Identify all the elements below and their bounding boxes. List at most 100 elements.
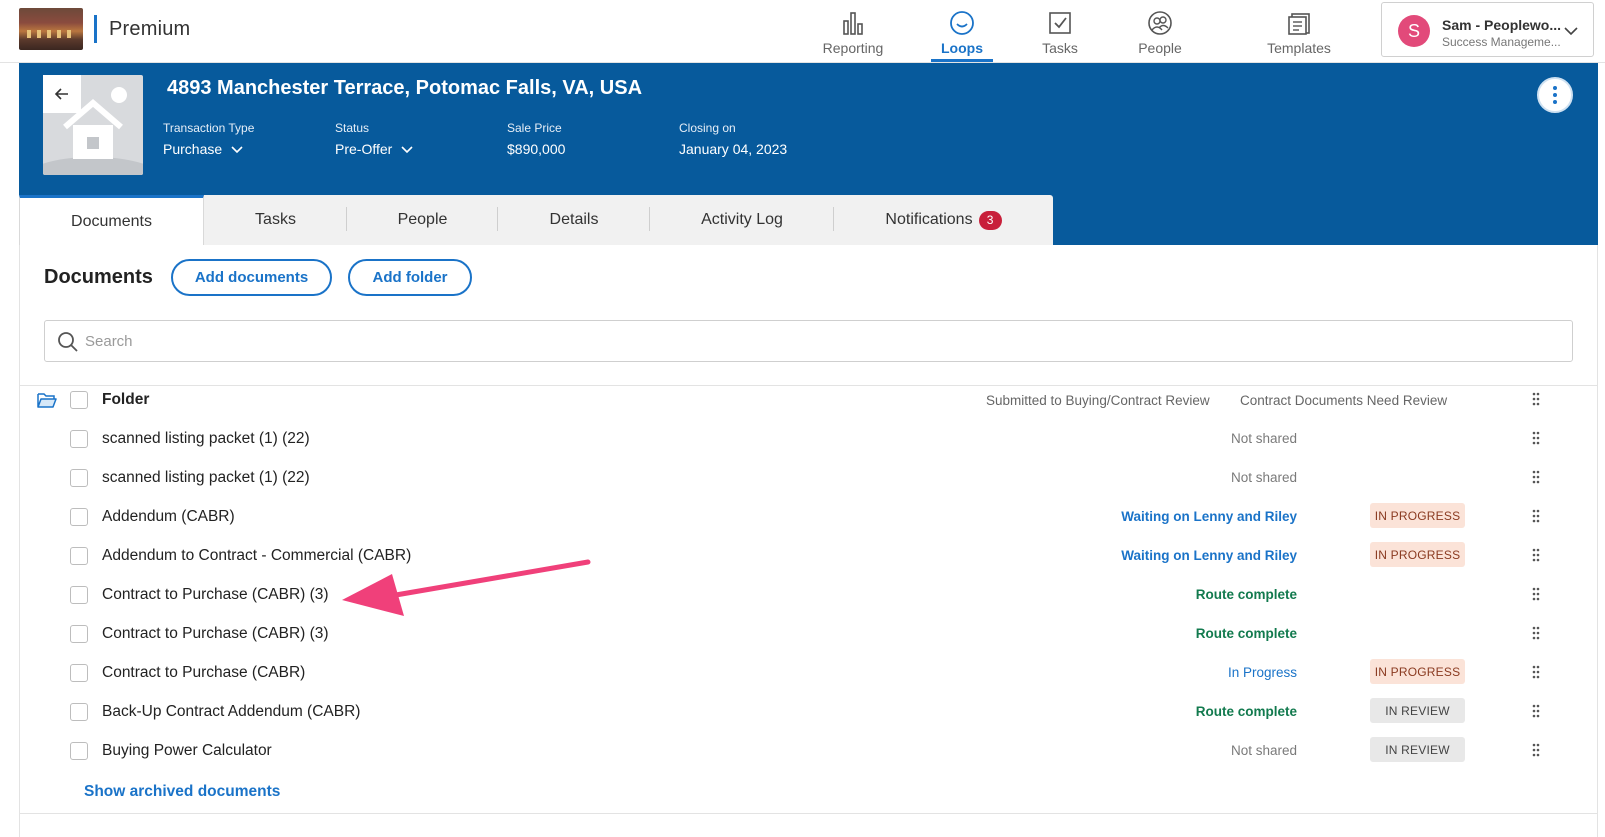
chevron-down-icon (1564, 27, 1578, 36)
document-name[interactable]: scanned listing packet (1) (22) (102, 430, 310, 448)
document-name[interactable]: Contract to Purchase (CABR) (102, 664, 305, 682)
transaction-type-dropdown[interactable]: Purchase (163, 141, 254, 157)
nav-templates[interactable]: Templates (1263, 0, 1335, 62)
add-folder-button[interactable]: Add folder (348, 259, 472, 296)
document-checkbox[interactable] (70, 742, 88, 760)
transaction-type-field: Transaction Type Purchase (163, 121, 254, 157)
nav-people[interactable]: People (1130, 0, 1190, 62)
user-subtitle: Success Manageme... (1442, 35, 1561, 49)
search-input[interactable] (85, 321, 1555, 361)
tab-label: Tasks (255, 211, 296, 228)
chevron-down-icon (401, 146, 413, 154)
drag-handle-icon[interactable] (1531, 743, 1541, 757)
nav-label: Loops (941, 40, 983, 56)
document-row[interactable]: Contract to Purchase (CABR) In Progress IN… (20, 653, 1597, 692)
document-share-status[interactable]: Route complete (1196, 626, 1297, 641)
document-row[interactable]: scanned listing packet (1) (22) Not share… (20, 419, 1597, 458)
document-name[interactable]: Contract to Purchase (CABR) (3) (102, 586, 329, 604)
folder-column-submitted: Submitted to Buying/Contract Review (986, 393, 1210, 408)
drag-handle-icon[interactable] (1531, 665, 1541, 679)
more-options-button[interactable] (1537, 77, 1573, 113)
show-archived-documents-link[interactable]: Show archived documents (84, 783, 280, 801)
arrow-left-icon (54, 88, 68, 100)
document-checkbox[interactable] (70, 625, 88, 643)
folder-checkbox[interactable] (70, 391, 88, 409)
document-row[interactable]: Back-Up Contract Addendum (CABR) Route co… (20, 692, 1597, 731)
document-share-status[interactable]: Waiting on Lenny and Riley (1121, 509, 1297, 524)
document-name[interactable]: scanned listing packet (1) (22) (102, 469, 310, 487)
drag-handle-icon[interactable] (1531, 392, 1541, 406)
brand-name: Premium (109, 18, 191, 40)
people-icon (1148, 11, 1172, 35)
document-share-status[interactable]: In Progress (1228, 665, 1297, 680)
property-address: 4893 Manchester Terrace, Potomac Falls, … (167, 77, 643, 99)
document-share-status: Not shared (1230, 743, 1297, 758)
document-row[interactable]: Contract to Purchase (CABR) (3) Route com… (20, 575, 1597, 614)
document-checkbox[interactable] (70, 664, 88, 682)
nav-reporting[interactable]: Reporting (818, 0, 888, 62)
tab-notifications[interactable]: Notifications 3 (834, 195, 1053, 245)
folder-name: Folder (102, 391, 150, 408)
drag-handle-icon[interactable] (1531, 587, 1541, 601)
status-label: Status (335, 121, 370, 135)
sale-price-value: $890,000 (507, 141, 566, 157)
sale-price-field: Sale Price $890,000 (507, 121, 565, 157)
document-row[interactable]: Addendum (CABR) Waiting on Lenny and Rile… (20, 497, 1597, 536)
loop-tabs: Documents Tasks People Details Activity … (19, 195, 1053, 245)
back-button[interactable] (43, 75, 81, 113)
folder-column-need-review: Contract Documents Need Review (1240, 393, 1448, 408)
document-name[interactable]: Addendum (CABR) (102, 508, 235, 526)
drag-handle-icon[interactable] (1531, 509, 1541, 523)
document-checkbox[interactable] (70, 508, 88, 526)
smile-circle-icon (950, 11, 974, 35)
document-row[interactable]: Contract to Purchase (CABR) (3) Route com… (20, 614, 1597, 653)
drag-handle-icon[interactable] (1531, 431, 1541, 445)
document-checkbox[interactable] (70, 586, 88, 604)
document-checkbox[interactable] (70, 703, 88, 721)
drag-handle-icon[interactable] (1531, 626, 1541, 640)
checkbox-icon (1049, 12, 1071, 34)
nav-tasks[interactable]: Tasks (1032, 0, 1088, 62)
document-row[interactable]: Buying Power Calculator Not shared IN REVI… (20, 731, 1597, 770)
document-name[interactable]: Buying Power Calculator (102, 742, 272, 760)
document-checkbox[interactable] (70, 469, 88, 487)
drag-handle-icon[interactable] (1531, 470, 1541, 484)
tab-details[interactable]: Details (498, 195, 650, 245)
document-review-status-badge: IN PROGRESS (1370, 542, 1465, 567)
user-account-menu[interactable]: S Sam - Peoplewo... Success Manageme... (1381, 2, 1594, 57)
document-name[interactable]: Back-Up Contract Addendum (CABR) (102, 703, 360, 721)
document-name[interactable]: Addendum to Contract - Commercial (CABR) (102, 547, 411, 565)
document-checkbox[interactable] (70, 430, 88, 448)
templates-icon (1288, 13, 1310, 35)
nav-loops[interactable]: Loops (931, 0, 993, 62)
bar-chart-icon (843, 12, 863, 35)
chevron-down-icon (231, 146, 243, 154)
sale-price-label: Sale Price (507, 121, 562, 135)
tab-label: People (397, 211, 448, 228)
tab-tasks[interactable]: Tasks (204, 195, 347, 245)
add-documents-button[interactable]: Add documents (171, 259, 332, 296)
document-name[interactable]: Contract to Purchase (CABR) (3) (102, 625, 329, 643)
document-share-status[interactable]: Route complete (1196, 587, 1297, 602)
folder-row[interactable]: Folder Submitted to Buying/Contract Revi… (20, 380, 1597, 419)
top-nav-bar: Premium Reporting Loops Tasks People Tem… (0, 0, 1605, 63)
nav-label: Tasks (1042, 40, 1078, 56)
nav-label: People (1138, 40, 1182, 56)
document-checkbox[interactable] (70, 547, 88, 565)
kebab-menu-icon (1553, 86, 1557, 104)
tab-documents[interactable]: Documents (19, 195, 204, 245)
document-row[interactable]: Addendum to Contract - Commercial (CABR)… (20, 536, 1597, 575)
drag-handle-icon[interactable] (1531, 704, 1541, 718)
drag-handle-icon[interactable] (1531, 548, 1541, 562)
document-review-status-badge: IN REVIEW (1370, 698, 1465, 723)
closing-date-value: January 04, 2023 (679, 141, 788, 157)
panel-bottom-border (20, 813, 1597, 814)
tab-label: Documents (71, 212, 152, 230)
document-share-status[interactable]: Route complete (1196, 704, 1297, 719)
tab-people[interactable]: People (347, 195, 498, 245)
tab-activity-log[interactable]: Activity Log (650, 195, 834, 245)
document-row[interactable]: scanned listing packet (1) (22) Not share… (20, 458, 1597, 497)
document-share-status[interactable]: Waiting on Lenny and Riley (1121, 548, 1297, 563)
status-dropdown[interactable]: Pre-Offer (335, 141, 414, 157)
brand-logo-image[interactable] (19, 8, 83, 50)
